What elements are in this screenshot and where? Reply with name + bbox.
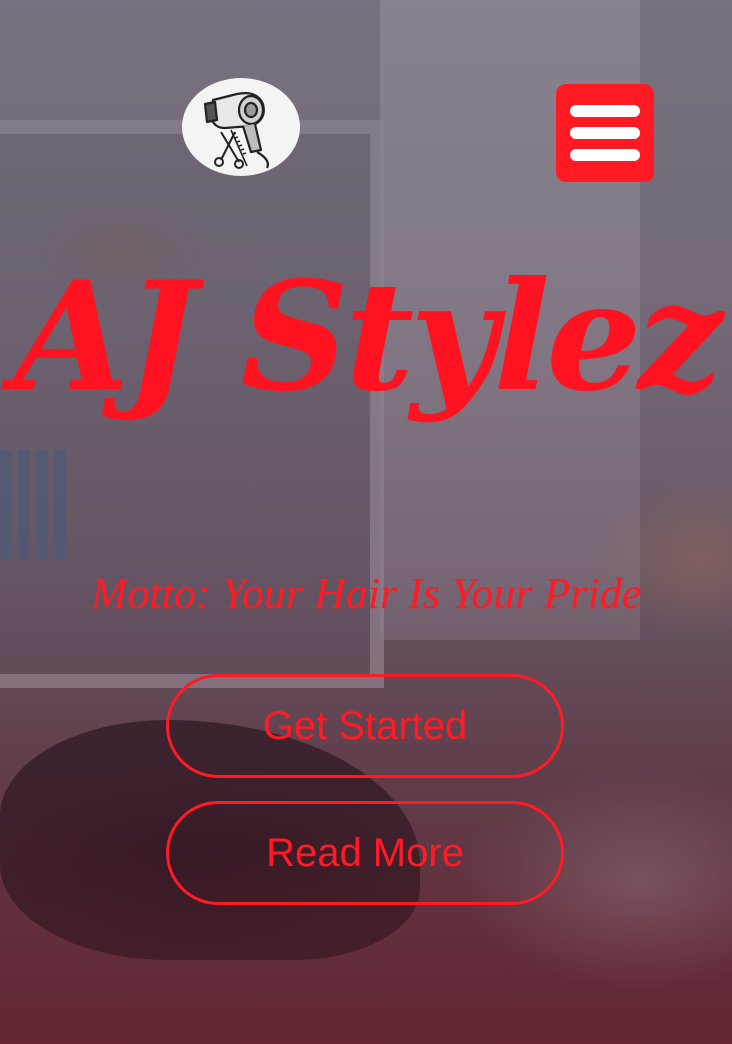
logo[interactable] [182,78,300,176]
motto-text: Motto: Your Hair Is Your Pride [90,569,642,618]
read-more-button[interactable]: Read More [166,801,564,905]
page: AJ Stylez Motto: Your Hair Is Your Pride… [0,0,732,1044]
hair-dryer-scissors-comb-icon [203,92,269,169]
get-started-button[interactable]: Get Started [166,674,564,778]
hamburger-menu-button[interactable] [556,84,654,182]
hamburger-menu-icon [570,105,640,117]
brand-title: AJ Stylez [13,249,723,425]
